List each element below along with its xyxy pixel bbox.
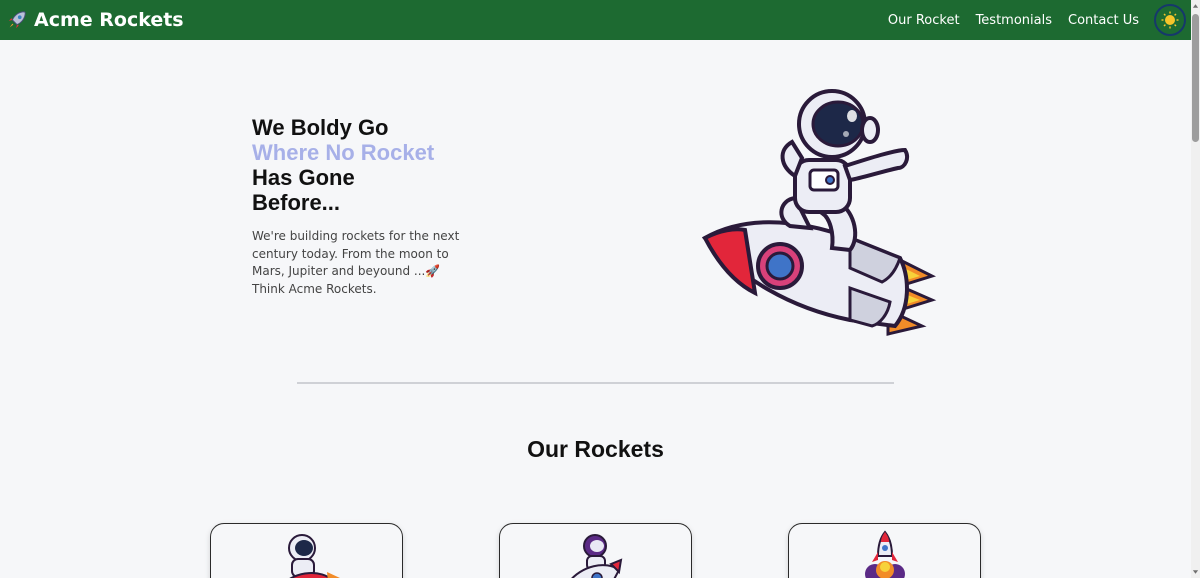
scroll-up-arrow-icon[interactable] (1192, 2, 1199, 10)
sun-icon (1161, 11, 1179, 29)
rocket-icon (8, 11, 26, 29)
section-divider (297, 382, 894, 384)
rocket-card-1[interactable] (210, 523, 403, 578)
rocket-launch-icon (864, 530, 905, 578)
nav-link-testimonials[interactable]: Testmonials (976, 13, 1052, 28)
hero-title-accent: Where No Rocket (252, 140, 435, 165)
brand-link[interactable]: Acme Rockets (6, 0, 184, 40)
our-rockets-title: Our Rockets (527, 436, 664, 462)
astronaut-riding-rocket-icon (701, 89, 937, 336)
scrollbar-thumb[interactable] (1192, 14, 1199, 142)
rocket-card-3[interactable] (788, 523, 981, 578)
hero-title-line1: We Boldy Go (252, 115, 389, 140)
theme-toggle-button[interactable] (1154, 4, 1186, 36)
scroll-down-arrow-icon[interactable] (1192, 568, 1199, 576)
hero-title: We Boldy Go Where No Rocket Has Gone Bef… (252, 115, 512, 215)
nav-link-contact-us[interactable]: Contact Us (1068, 13, 1139, 28)
brand-name: Acme Rockets (34, 9, 184, 31)
page-scrollbar[interactable] (1191, 0, 1200, 578)
nav-link-our-rocket[interactable]: Our Rocket (888, 13, 960, 28)
rocket-card-2[interactable] (499, 523, 692, 578)
hero-description: We're building rockets for the next cent… (252, 229, 460, 296)
astronaut-rocket-icon (287, 534, 340, 578)
astronaut-flying-rocket-icon (570, 534, 622, 578)
top-navbar: Acme Rockets Our Rocket Testmonials Cont… (0, 0, 1191, 40)
hero-title-line3: Has Gone (252, 165, 355, 190)
nav-links: Our Rocket Testmonials Contact Us (888, 0, 1139, 40)
hero-title-line4: Before... (252, 190, 341, 215)
